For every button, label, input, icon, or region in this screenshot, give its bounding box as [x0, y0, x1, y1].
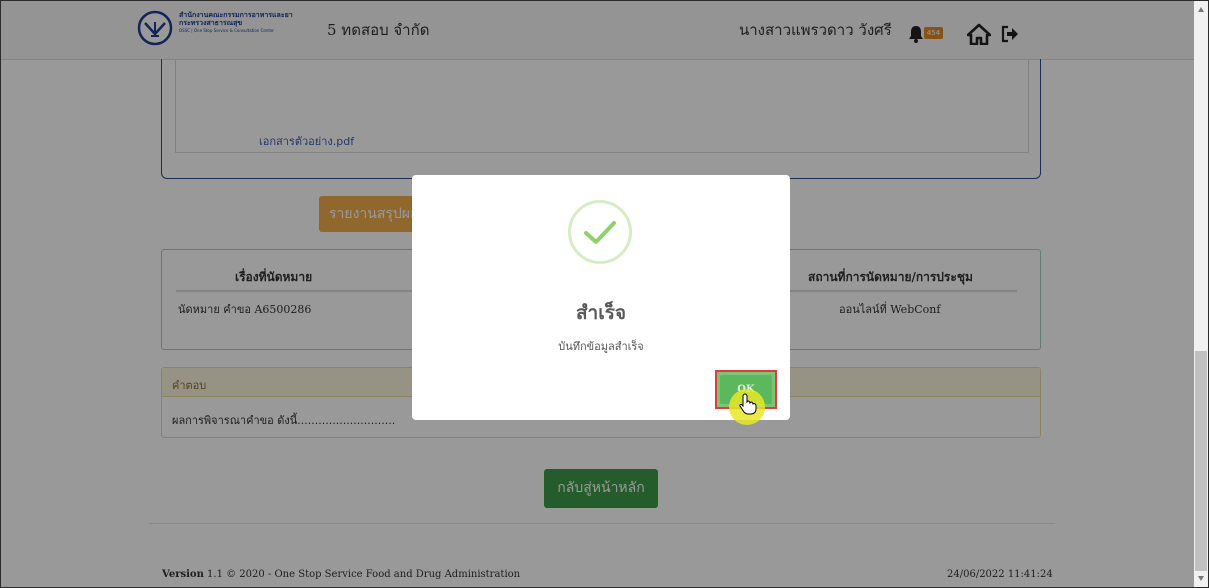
scroll-down-arrow-icon[interactable] — [1198, 576, 1204, 581]
hand-pointer-icon — [739, 393, 757, 415]
browser-frame: สำนักงานคณะกรรมการอาหารและยา กระทรวงสาธา… — [0, 0, 1209, 588]
dialog-message: บันทึกข้อมูลสำเร็จ — [558, 340, 644, 353]
dialog-title: สำเร็จ — [575, 302, 627, 324]
check-mark-icon — [584, 221, 616, 244]
scroll-up-arrow-icon[interactable] — [1198, 7, 1204, 12]
success-check-icon — [568, 200, 632, 264]
scrollbar-thumb[interactable] — [1195, 351, 1207, 571]
vertical-scrollbar[interactable] — [1194, 1, 1208, 587]
